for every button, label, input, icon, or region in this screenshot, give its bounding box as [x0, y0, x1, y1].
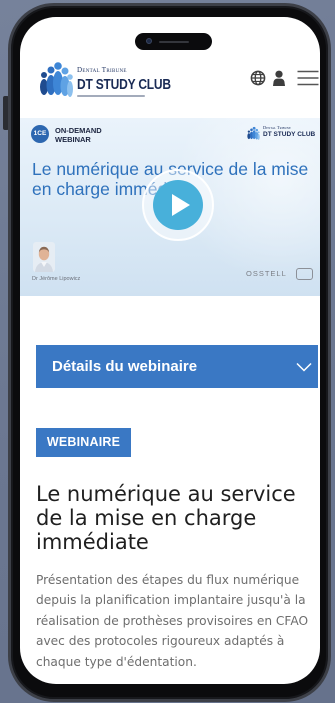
logo-brand-name: DT STUDY CLUB	[77, 76, 171, 93]
credit-badge: 1CE	[31, 125, 49, 143]
phone-screen: Dental Tribune DT STUDY CLUB 1CE ON-DEMA…	[20, 17, 320, 684]
webinar-details-toggle[interactable]: Détails du webinaire	[36, 345, 318, 388]
kicker-line-1: ON-DEMAND	[55, 126, 102, 135]
chevron-down-icon	[296, 362, 312, 372]
phone-notch	[135, 33, 212, 50]
sponsor-logo: OSSTELL	[246, 269, 287, 278]
banner-people-logo-icon	[247, 126, 260, 140]
banner-logo-brand-name: DT STUDY CLUB	[263, 131, 316, 138]
webinar-description: Présentation des étapes du flux numériqu…	[36, 573, 309, 669]
webinar-details-label: Détails du webinaire	[52, 358, 198, 375]
kicker-line-2: WEBINAR	[55, 135, 91, 144]
speaker-name: Dr Jérôme Lipowicz	[32, 276, 81, 282]
speaker-grille	[159, 41, 189, 43]
content-type-badge: WEBINAIRE	[36, 428, 131, 457]
hamburger-menu-icon[interactable]	[297, 70, 319, 86]
play-icon[interactable]	[141, 168, 215, 242]
camera-icon	[146, 38, 152, 44]
banner-logo-publisher-text: Dental Tribune	[263, 125, 291, 130]
user-icon[interactable]	[272, 70, 286, 86]
webinar-video-banner[interactable]: 1CE ON-DEMAND WEBINAR Dental Tribune DT …	[20, 118, 320, 296]
speaker-photo	[33, 242, 55, 272]
sponsor-badge	[296, 268, 313, 280]
globe-icon[interactable]	[250, 70, 266, 86]
people-group-logo-icon	[40, 62, 73, 97]
page-title: Le numérique au service de la mise en ch…	[36, 482, 296, 554]
logo-tagline-mark	[77, 95, 145, 97]
logo-publisher-text: Dental Tribune	[77, 66, 127, 74]
